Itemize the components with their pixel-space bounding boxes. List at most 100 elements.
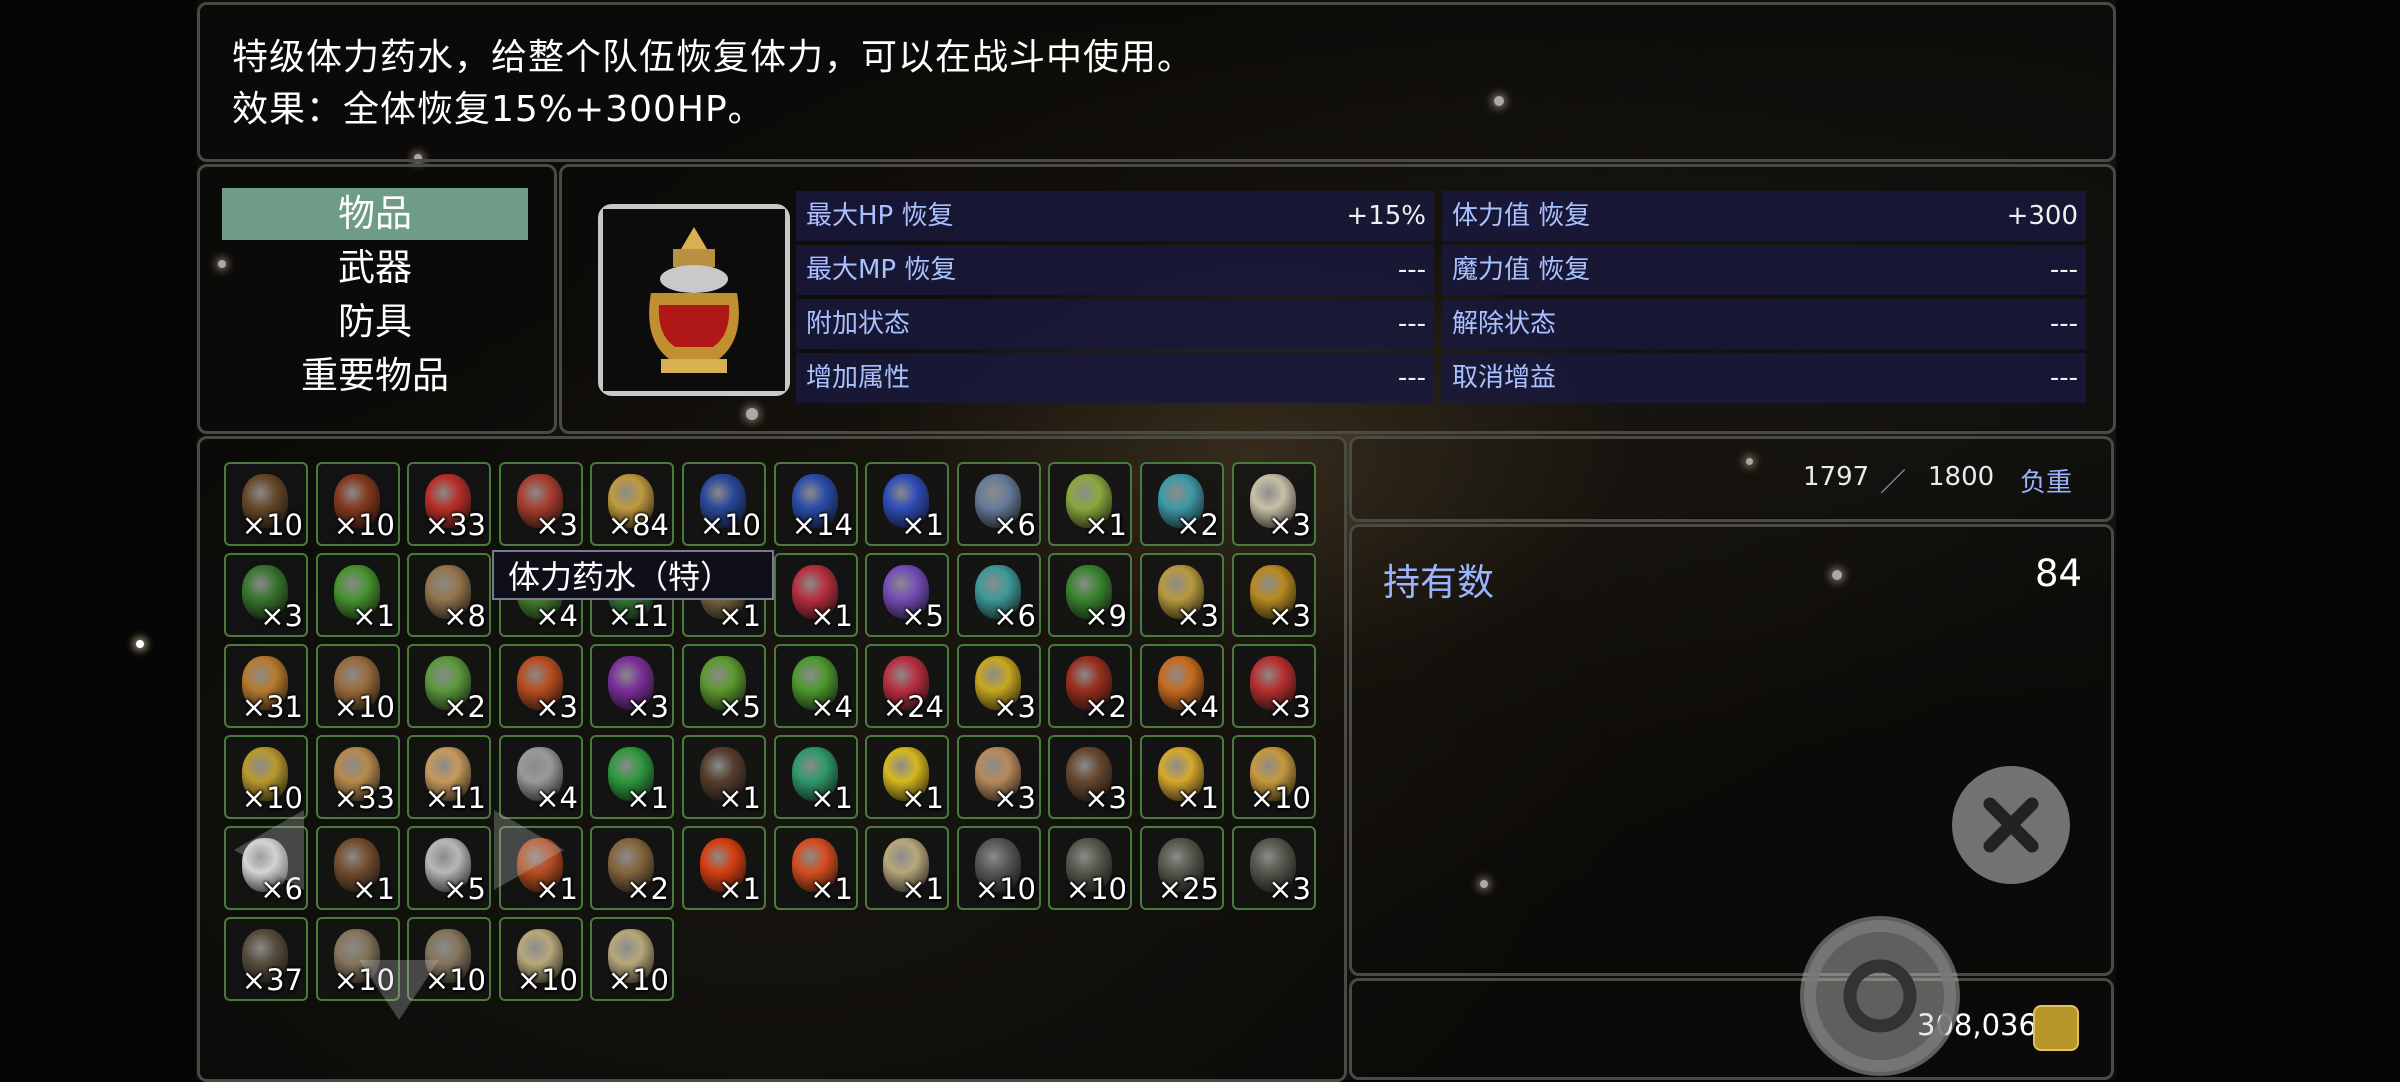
stat-label: 取消增益 — [1452, 363, 1557, 393]
inventory-slot[interactable]: ×10 — [957, 826, 1041, 910]
inventory-slot[interactable]: ×3 — [1232, 644, 1316, 728]
inventory-slot[interactable]: ×3 — [1140, 553, 1224, 637]
stat-value: --- — [2049, 309, 2078, 339]
inventory-slot[interactable]: ×6 — [957, 553, 1041, 637]
item-count: ×8 — [443, 599, 486, 633]
inventory-slot[interactable]: ×4 — [774, 644, 858, 728]
stat-value: --- — [1397, 309, 1426, 339]
item-count: ×3 — [1268, 508, 1311, 542]
inventory-slot[interactable]: ×10 — [316, 462, 400, 546]
inventory-slot[interactable]: ×3 — [1232, 553, 1316, 637]
item-count: ×1 — [718, 781, 761, 815]
virtual-dpad[interactable] — [194, 720, 664, 1040]
inventory-slot[interactable]: ×3 — [499, 644, 583, 728]
inventory-slot[interactable]: ×1 — [1140, 735, 1224, 819]
held-count-label: 持有数 — [1383, 561, 1494, 604]
inventory-slot[interactable]: ×10 — [682, 462, 766, 546]
item-count: ×3 — [626, 690, 669, 724]
inventory-slot[interactable]: ×3 — [224, 553, 308, 637]
inventory-slot[interactable]: ×3 — [957, 644, 1041, 728]
inventory-slot[interactable]: ×6 — [957, 462, 1041, 546]
stat-value: --- — [2049, 255, 2078, 285]
inventory-slot[interactable]: ×1 — [316, 553, 400, 637]
inventory-slot[interactable]: ×25 — [1140, 826, 1224, 910]
stat-value: +300 — [2006, 201, 2078, 231]
item-name-tooltip: 体力药水（特） — [492, 550, 774, 600]
item-count: ×4 — [810, 690, 853, 724]
inventory-slot[interactable]: ×1 — [682, 735, 766, 819]
inventory-slot[interactable]: ×1 — [865, 826, 949, 910]
item-count: ×3 — [1268, 599, 1311, 633]
inventory-slot[interactable]: ×2 — [407, 644, 491, 728]
inventory-slot[interactable]: ×4 — [1140, 644, 1224, 728]
item-count: ×4 — [1176, 690, 1219, 724]
category-armor[interactable]: 防具 — [222, 296, 528, 348]
golden-potion-jar-icon — [603, 209, 785, 391]
inventory-slot[interactable]: ×10 — [1048, 826, 1132, 910]
item-count: ×3 — [1268, 690, 1311, 724]
stat-label: 解除状态 — [1452, 309, 1557, 339]
stat-row-right: 取消增益 --- — [1442, 353, 2086, 403]
inventory-slot[interactable]: ×8 — [407, 553, 491, 637]
inventory-slot[interactable]: ×24 — [865, 644, 949, 728]
item-count: ×10 — [1065, 872, 1127, 906]
inventory-slot[interactable]: ×9 — [1048, 553, 1132, 637]
item-count: ×31 — [241, 690, 303, 724]
item-count: ×1 — [810, 599, 853, 633]
item-count: ×3 — [993, 781, 1036, 815]
inventory-slot[interactable]: ×2 — [1140, 462, 1224, 546]
inventory-slot[interactable]: ×31 — [224, 644, 308, 728]
inventory-slot[interactable]: ×3 — [1232, 462, 1316, 546]
stat-row-right: 魔力值 恢复 --- — [1442, 245, 2086, 295]
description-line-2: 效果：全体恢复15%+300HP。 — [232, 89, 765, 130]
category-weapons[interactable]: 武器 — [222, 242, 528, 294]
item-count: ×2 — [1084, 690, 1127, 724]
inventory-slot[interactable]: ×10 — [1232, 735, 1316, 819]
stat-row-left: 最大MP 恢复 --- — [796, 245, 1434, 295]
inventory-slot[interactable]: ×10 — [224, 462, 308, 546]
inventory-slot[interactable]: ×1 — [774, 826, 858, 910]
item-count: ×1 — [718, 599, 761, 633]
stat-label: 附加状态 — [806, 309, 911, 339]
item-count: ×10 — [333, 690, 395, 724]
item-count: ×33 — [424, 508, 486, 542]
inventory-slot[interactable]: ×1 — [865, 462, 949, 546]
inventory-slot[interactable]: ×3 — [1232, 826, 1316, 910]
weight-current: 1797 — [1803, 462, 1870, 492]
inventory-slot[interactable]: ×5 — [865, 553, 949, 637]
item-count: ×84 — [607, 508, 669, 542]
inventory-slot[interactable]: ×14 — [774, 462, 858, 546]
item-count: ×6 — [993, 599, 1036, 633]
item-portrait — [598, 204, 790, 396]
category-items[interactable]: 物品 — [222, 188, 528, 240]
inventory-slot[interactable]: ×1 — [774, 553, 858, 637]
item-count: ×6 — [993, 508, 1036, 542]
item-count: ×1 — [810, 781, 853, 815]
inventory-slot[interactable]: ×33 — [407, 462, 491, 546]
close-button[interactable] — [1952, 766, 2070, 884]
inventory-slot[interactable]: ×10 — [316, 644, 400, 728]
category-key-items[interactable]: 重要物品 — [222, 350, 528, 402]
inventory-slot[interactable]: ×3 — [499, 462, 583, 546]
item-count: ×1 — [901, 508, 944, 542]
item-count: ×24 — [882, 690, 944, 724]
inventory-slot[interactable]: ×3 — [957, 735, 1041, 819]
inventory-slot[interactable]: ×1 — [774, 735, 858, 819]
inventory-slot[interactable]: ×3 — [1048, 735, 1132, 819]
stat-value: --- — [2049, 363, 2078, 393]
inventory-slot[interactable]: ×1 — [682, 826, 766, 910]
stat-value: +15% — [1346, 201, 1426, 231]
confirm-button[interactable] — [1800, 916, 1960, 1076]
stat-row-left: 最大HP 恢复 +15% — [796, 191, 1434, 241]
inventory-slot[interactable]: ×1 — [1048, 462, 1132, 546]
inventory-slot[interactable]: ×5 — [682, 644, 766, 728]
inventory-slot[interactable]: ×3 — [590, 644, 674, 728]
item-count: ×1 — [1176, 781, 1219, 815]
stat-value: --- — [1397, 363, 1426, 393]
inventory-slot[interactable]: ×2 — [1048, 644, 1132, 728]
stat-label: 最大MP 恢复 — [806, 255, 957, 285]
item-count: ×10 — [974, 872, 1036, 906]
inventory-slot[interactable]: ×84 — [590, 462, 674, 546]
inventory-slot[interactable]: ×1 — [865, 735, 949, 819]
gold-coin-icon — [2033, 1005, 2079, 1051]
